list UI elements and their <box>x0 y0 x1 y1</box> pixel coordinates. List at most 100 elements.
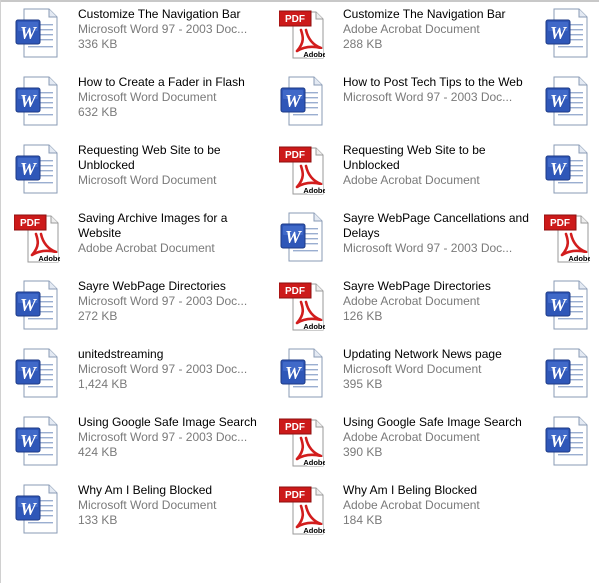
file-item[interactable]: W How to Post Tech Tips to the Web Micros… <box>265 72 530 136</box>
file-item[interactable]: W <box>530 344 599 408</box>
file-item[interactable]: W Updating Network News page Microsoft Wo… <box>265 344 530 408</box>
file-size: 395 KB <box>343 377 383 391</box>
file-item[interactable]: W <box>530 72 599 136</box>
pdf-document-icon[interactable]: PDF Adobe <box>279 142 325 196</box>
file-type: Microsoft Word 97 - 2003 Doc... <box>343 241 513 255</box>
file-type: Adobe Acrobat Document <box>343 498 480 512</box>
file-item[interactable]: W <box>530 4 599 68</box>
file-name[interactable]: Sayre WebPage Directories <box>78 279 268 294</box>
file-size: 272 KB <box>78 309 118 323</box>
svg-text:W: W <box>550 159 568 179</box>
word-document-icon[interactable]: W <box>279 210 325 264</box>
pdf-document-icon[interactable]: PDF Adobe <box>14 210 60 264</box>
file-item[interactable]: PDF Adobe Customize The Navigation Bar Ad… <box>265 4 530 68</box>
svg-text:W: W <box>20 431 38 451</box>
word-document-icon[interactable]: W <box>14 346 60 400</box>
file-name[interactable]: Customize The Navigation Bar <box>343 7 533 22</box>
file-item[interactable]: W Customize The Navigation Bar Microsoft … <box>0 4 265 68</box>
file-name[interactable]: Why Am I Beling Blocked <box>78 483 268 498</box>
file-item[interactable]: PDF Adobe Why Am I Beling Blocked Adobe A… <box>265 480 530 544</box>
pdf-document-icon[interactable]: PDF Adobe <box>279 482 325 536</box>
svg-text:Adobe: Adobe <box>303 186 325 195</box>
svg-text:W: W <box>285 227 303 247</box>
svg-text:W: W <box>285 363 303 383</box>
file-item[interactable]: W Requesting Web Site to be Unblocked Mic… <box>0 140 265 204</box>
file-type: Adobe Acrobat Document <box>78 241 215 255</box>
file-type: Microsoft Word 97 - 2003 Doc... <box>78 362 248 376</box>
file-item[interactable]: W <box>530 140 599 204</box>
svg-text:Adobe: Adobe <box>303 526 325 535</box>
file-name[interactable]: Updating Network News page <box>343 347 533 362</box>
file-size: 390 KB <box>343 445 383 459</box>
pdf-document-icon[interactable]: PDF Adobe <box>279 6 325 60</box>
word-document-icon[interactable]: W <box>544 278 590 332</box>
file-size: 1,424 KB <box>78 377 128 391</box>
file-type: Microsoft Word 97 - 2003 Doc... <box>78 22 248 36</box>
word-document-icon[interactable]: W <box>14 414 60 468</box>
word-document-icon[interactable]: W <box>14 482 60 536</box>
file-item[interactable]: W Why Am I Beling Blocked Microsoft Word … <box>0 480 265 544</box>
word-document-icon[interactable]: W <box>544 414 590 468</box>
word-document-icon[interactable]: W <box>279 346 325 400</box>
file-name[interactable]: Sayre WebPage Directories <box>343 279 533 294</box>
file-details: unitedstreaming Microsoft Word 97 - 2003 … <box>78 347 268 392</box>
file-item[interactable]: W How to Create a Fader in Flash Microsof… <box>0 72 265 136</box>
svg-text:Adobe: Adobe <box>303 322 325 331</box>
file-name[interactable]: Why Am I Beling Blocked <box>343 483 533 498</box>
file-name[interactable]: Using Google Safe Image Search <box>78 415 268 430</box>
file-item[interactable]: W Sayre WebPage Cancellations and Delays… <box>265 208 530 272</box>
svg-text:W: W <box>20 23 38 43</box>
word-document-icon[interactable]: W <box>279 74 325 128</box>
file-name[interactable]: Requesting Web Site to be Unblocked <box>343 143 533 173</box>
file-size: 632 KB <box>78 105 118 119</box>
file-name[interactable]: unitedstreaming <box>78 347 268 362</box>
file-item[interactable]: PDF Adobe Saving Archive Images for a We… <box>0 208 265 272</box>
file-item[interactable]: W <box>530 276 599 340</box>
file-details: Sayre WebPage Directories Microsoft Word … <box>78 279 268 324</box>
pdf-document-icon[interactable]: PDF Adobe <box>544 210 590 264</box>
svg-text:W: W <box>20 295 38 315</box>
file-item[interactable]: PDF Adobe Requesting Web Site to be Unbl… <box>265 140 530 204</box>
word-document-icon[interactable]: W <box>14 6 60 60</box>
word-document-icon[interactable]: W <box>14 74 60 128</box>
svg-text:Adobe: Adobe <box>303 458 325 467</box>
word-document-icon[interactable]: W <box>544 142 590 196</box>
file-details: Requesting Web Site to be Unblocked Adobe… <box>343 143 533 188</box>
svg-text:PDF: PDF <box>285 286 305 297</box>
svg-text:PDF: PDF <box>285 150 305 161</box>
file-details: Requesting Web Site to be Unblocked Micro… <box>78 143 268 188</box>
file-name[interactable]: Using Google Safe Image Search <box>343 415 533 430</box>
file-name[interactable]: How to Post Tech Tips to the Web <box>343 75 533 90</box>
file-item[interactable]: W unitedstreaming Microsoft Word 97 - 200… <box>0 344 265 408</box>
word-document-icon[interactable]: W <box>544 74 590 128</box>
file-details: Sayre WebPage Directories Adobe Acrobat D… <box>343 279 533 324</box>
file-item[interactable]: W Sayre WebPage Directories Microsoft Wor… <box>0 276 265 340</box>
svg-text:W: W <box>550 91 568 111</box>
file-item[interactable]: PDF Adobe Using Google Safe Image Search… <box>265 412 530 476</box>
file-item[interactable]: W <box>530 412 599 476</box>
file-name[interactable]: Requesting Web Site to be Unblocked <box>78 143 268 173</box>
svg-text:W: W <box>20 91 38 111</box>
svg-text:PDF: PDF <box>20 218 40 229</box>
file-name[interactable]: Sayre WebPage Cancellations and Delays <box>343 211 533 241</box>
pdf-document-icon[interactable]: PDF Adobe <box>279 414 325 468</box>
svg-text:Adobe: Adobe <box>38 254 60 263</box>
file-name[interactable]: How to Create a Fader in Flash <box>78 75 268 90</box>
file-details: Why Am I Beling Blocked Adobe Acrobat Doc… <box>343 483 533 528</box>
word-document-icon[interactable]: W <box>544 6 590 60</box>
word-document-icon[interactable]: W <box>14 142 60 196</box>
word-document-icon[interactable]: W <box>14 278 60 332</box>
file-details: How to Post Tech Tips to the Web Microsof… <box>343 75 533 105</box>
file-details: Using Google Safe Image Search Adobe Acro… <box>343 415 533 460</box>
file-name[interactable]: Customize The Navigation Bar <box>78 7 268 22</box>
file-item[interactable]: PDF Adobe Sayre WebPage Directories Adobe… <box>265 276 530 340</box>
svg-text:PDF: PDF <box>550 218 570 229</box>
file-details: Sayre WebPage Cancellations and Delays Mi… <box>343 211 533 256</box>
file-type: Microsoft Word Document <box>78 173 217 187</box>
svg-text:PDF: PDF <box>285 422 305 433</box>
file-item[interactable]: PDF Adobe <box>530 208 599 272</box>
file-name[interactable]: Saving Archive Images for a Website <box>78 211 268 241</box>
word-document-icon[interactable]: W <box>544 346 590 400</box>
pdf-document-icon[interactable]: PDF Adobe <box>279 278 325 332</box>
file-item[interactable]: W Using Google Safe Image Search Microsof… <box>0 412 265 476</box>
